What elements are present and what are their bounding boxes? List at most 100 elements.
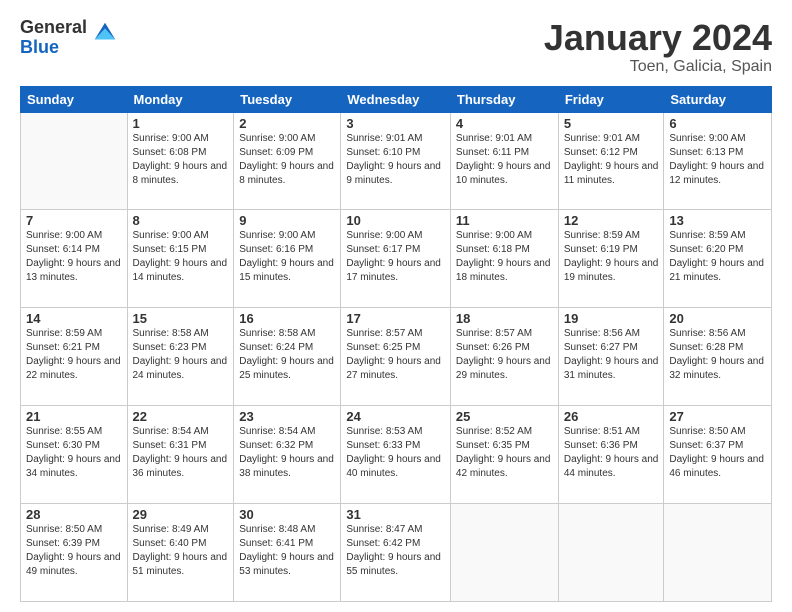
table-row: 13Sunrise: 8:59 AMSunset: 6:20 PMDayligh… <box>664 210 772 308</box>
table-row: 6Sunrise: 9:00 AMSunset: 6:13 PMDaylight… <box>664 112 772 210</box>
logo-icon <box>91 19 119 47</box>
day-info: Sunrise: 8:57 AMSunset: 6:25 PMDaylight:… <box>346 327 445 383</box>
day-number: 27 <box>669 409 766 424</box>
table-row: 21Sunrise: 8:55 AMSunset: 6:30 PMDayligh… <box>21 406 128 504</box>
day-info: Sunrise: 8:56 AMSunset: 6:27 PMDaylight:… <box>564 327 659 383</box>
day-number: 28 <box>26 507 122 522</box>
day-number: 3 <box>346 116 445 131</box>
day-number: 25 <box>456 409 553 424</box>
day-number: 2 <box>239 116 335 131</box>
table-row: 25Sunrise: 8:52 AMSunset: 6:35 PMDayligh… <box>450 406 558 504</box>
day-number: 12 <box>564 213 659 228</box>
header-friday: Friday <box>558 86 664 112</box>
day-number: 26 <box>564 409 659 424</box>
day-number: 1 <box>133 116 229 131</box>
day-info: Sunrise: 9:00 AMSunset: 6:08 PMDaylight:… <box>133 132 229 188</box>
day-number: 17 <box>346 311 445 326</box>
day-info: Sunrise: 9:00 AMSunset: 6:13 PMDaylight:… <box>669 132 766 188</box>
day-number: 4 <box>456 116 553 131</box>
header-wednesday: Wednesday <box>341 86 451 112</box>
table-row: 7Sunrise: 9:00 AMSunset: 6:14 PMDaylight… <box>21 210 128 308</box>
table-row: 9Sunrise: 9:00 AMSunset: 6:16 PMDaylight… <box>234 210 341 308</box>
day-info: Sunrise: 8:58 AMSunset: 6:23 PMDaylight:… <box>133 327 229 383</box>
day-number: 24 <box>346 409 445 424</box>
header-thursday: Thursday <box>450 86 558 112</box>
table-row: 27Sunrise: 8:50 AMSunset: 6:37 PMDayligh… <box>664 406 772 504</box>
logo-text: General Blue <box>20 18 87 58</box>
day-info: Sunrise: 9:00 AMSunset: 6:18 PMDaylight:… <box>456 229 553 285</box>
day-info: Sunrise: 8:54 AMSunset: 6:32 PMDaylight:… <box>239 425 335 481</box>
table-row: 4Sunrise: 9:01 AMSunset: 6:11 PMDaylight… <box>450 112 558 210</box>
logo-general: General <box>20 18 87 38</box>
day-number: 21 <box>26 409 122 424</box>
table-row: 19Sunrise: 8:56 AMSunset: 6:27 PMDayligh… <box>558 308 664 406</box>
day-info: Sunrise: 8:52 AMSunset: 6:35 PMDaylight:… <box>456 425 553 481</box>
day-info: Sunrise: 8:50 AMSunset: 6:39 PMDaylight:… <box>26 523 122 579</box>
table-row: 30Sunrise: 8:48 AMSunset: 6:41 PMDayligh… <box>234 504 341 602</box>
table-row <box>558 504 664 602</box>
day-number: 16 <box>239 311 335 326</box>
day-number: 30 <box>239 507 335 522</box>
day-number: 14 <box>26 311 122 326</box>
table-row: 16Sunrise: 8:58 AMSunset: 6:24 PMDayligh… <box>234 308 341 406</box>
day-info: Sunrise: 8:53 AMSunset: 6:33 PMDaylight:… <box>346 425 445 481</box>
day-number: 9 <box>239 213 335 228</box>
day-number: 10 <box>346 213 445 228</box>
day-number: 23 <box>239 409 335 424</box>
table-row: 8Sunrise: 9:00 AMSunset: 6:15 PMDaylight… <box>127 210 234 308</box>
table-row: 26Sunrise: 8:51 AMSunset: 6:36 PMDayligh… <box>558 406 664 504</box>
day-info: Sunrise: 9:00 AMSunset: 6:17 PMDaylight:… <box>346 229 445 285</box>
table-row: 29Sunrise: 8:49 AMSunset: 6:40 PMDayligh… <box>127 504 234 602</box>
month-title: January 2024 <box>544 18 772 58</box>
header-monday: Monday <box>127 86 234 112</box>
day-info: Sunrise: 8:48 AMSunset: 6:41 PMDaylight:… <box>239 523 335 579</box>
day-info: Sunrise: 8:49 AMSunset: 6:40 PMDaylight:… <box>133 523 229 579</box>
table-row: 3Sunrise: 9:01 AMSunset: 6:10 PMDaylight… <box>341 112 451 210</box>
location-title: Toen, Galicia, Spain <box>544 58 772 76</box>
table-row: 14Sunrise: 8:59 AMSunset: 6:21 PMDayligh… <box>21 308 128 406</box>
day-info: Sunrise: 8:58 AMSunset: 6:24 PMDaylight:… <box>239 327 335 383</box>
logo-blue: Blue <box>20 38 87 58</box>
table-row: 10Sunrise: 9:00 AMSunset: 6:17 PMDayligh… <box>341 210 451 308</box>
day-info: Sunrise: 9:01 AMSunset: 6:12 PMDaylight:… <box>564 132 659 188</box>
day-number: 11 <box>456 213 553 228</box>
day-number: 15 <box>133 311 229 326</box>
day-info: Sunrise: 8:59 AMSunset: 6:21 PMDaylight:… <box>26 327 122 383</box>
header-tuesday: Tuesday <box>234 86 341 112</box>
day-number: 18 <box>456 311 553 326</box>
calendar-week-row: 28Sunrise: 8:50 AMSunset: 6:39 PMDayligh… <box>21 504 772 602</box>
logo: General Blue <box>20 18 119 58</box>
page: General Blue January 2024 Toen, Galicia,… <box>0 0 792 612</box>
table-row: 15Sunrise: 8:58 AMSunset: 6:23 PMDayligh… <box>127 308 234 406</box>
day-info: Sunrise: 9:01 AMSunset: 6:11 PMDaylight:… <box>456 132 553 188</box>
table-row <box>21 112 128 210</box>
header-saturday: Saturday <box>664 86 772 112</box>
table-row: 23Sunrise: 8:54 AMSunset: 6:32 PMDayligh… <box>234 406 341 504</box>
day-number: 5 <box>564 116 659 131</box>
calendar-week-row: 7Sunrise: 9:00 AMSunset: 6:14 PMDaylight… <box>21 210 772 308</box>
table-row: 11Sunrise: 9:00 AMSunset: 6:18 PMDayligh… <box>450 210 558 308</box>
day-number: 29 <box>133 507 229 522</box>
day-info: Sunrise: 8:59 AMSunset: 6:19 PMDaylight:… <box>564 229 659 285</box>
day-info: Sunrise: 8:57 AMSunset: 6:26 PMDaylight:… <box>456 327 553 383</box>
day-info: Sunrise: 9:00 AMSunset: 6:16 PMDaylight:… <box>239 229 335 285</box>
day-number: 31 <box>346 507 445 522</box>
calendar-week-row: 21Sunrise: 8:55 AMSunset: 6:30 PMDayligh… <box>21 406 772 504</box>
day-info: Sunrise: 9:01 AMSunset: 6:10 PMDaylight:… <box>346 132 445 188</box>
table-row <box>664 504 772 602</box>
table-row: 12Sunrise: 8:59 AMSunset: 6:19 PMDayligh… <box>558 210 664 308</box>
day-info: Sunrise: 8:51 AMSunset: 6:36 PMDaylight:… <box>564 425 659 481</box>
table-row: 24Sunrise: 8:53 AMSunset: 6:33 PMDayligh… <box>341 406 451 504</box>
day-number: 8 <box>133 213 229 228</box>
table-row: 31Sunrise: 8:47 AMSunset: 6:42 PMDayligh… <box>341 504 451 602</box>
day-info: Sunrise: 9:00 AMSunset: 6:09 PMDaylight:… <box>239 132 335 188</box>
day-number: 19 <box>564 311 659 326</box>
table-row <box>450 504 558 602</box>
table-row: 22Sunrise: 8:54 AMSunset: 6:31 PMDayligh… <box>127 406 234 504</box>
day-info: Sunrise: 8:59 AMSunset: 6:20 PMDaylight:… <box>669 229 766 285</box>
calendar-week-row: 14Sunrise: 8:59 AMSunset: 6:21 PMDayligh… <box>21 308 772 406</box>
table-row: 28Sunrise: 8:50 AMSunset: 6:39 PMDayligh… <box>21 504 128 602</box>
table-row: 2Sunrise: 9:00 AMSunset: 6:09 PMDaylight… <box>234 112 341 210</box>
day-info: Sunrise: 8:54 AMSunset: 6:31 PMDaylight:… <box>133 425 229 481</box>
calendar-week-row: 1Sunrise: 9:00 AMSunset: 6:08 PMDaylight… <box>21 112 772 210</box>
